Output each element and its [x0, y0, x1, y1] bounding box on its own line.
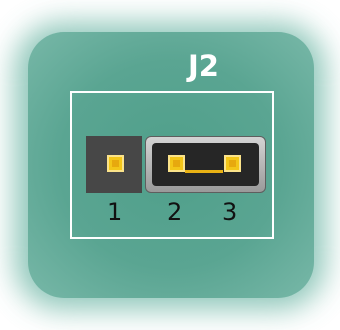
pin-1-pad — [107, 155, 124, 172]
jumper-cap — [145, 136, 266, 193]
pin-3-pad — [224, 155, 241, 172]
connector-label: J2 — [188, 49, 219, 83]
jumper-diagram: J2 1 2 3 — [0, 0, 340, 330]
pin-2-pad — [168, 155, 185, 172]
pin-2-label: 2 — [167, 198, 183, 226]
jumper-short-trace — [185, 170, 223, 173]
pin-3-label: 3 — [222, 198, 238, 226]
pin-1-label: 1 — [107, 198, 123, 226]
